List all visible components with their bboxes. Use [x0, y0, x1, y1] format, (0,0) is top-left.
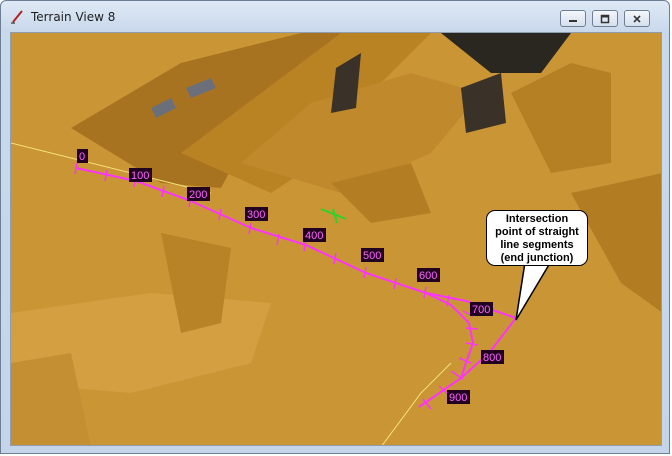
restore-icon	[600, 14, 610, 23]
path-label-700: 700	[472, 304, 490, 316]
callout-line: point of straight	[495, 226, 579, 238]
path-label-800: 800	[483, 352, 501, 364]
callout-line: (end junction)	[500, 252, 574, 264]
close-button[interactable]	[624, 10, 650, 27]
pencil-ruler-icon	[11, 10, 23, 24]
callout-line: Intersection	[505, 213, 569, 225]
callout-line: line segments	[500, 239, 574, 251]
terrain-view-window: Terrain View 8 0 100 200 300 400 500 600…	[0, 0, 670, 454]
minimize-button[interactable]	[560, 10, 586, 27]
annotation-callout: Intersection point of straight line segm…	[486, 210, 588, 266]
minimize-icon	[569, 19, 577, 22]
path-label-0: 0	[79, 151, 85, 163]
close-icon	[633, 14, 641, 23]
path-label-900: 900	[449, 392, 467, 404]
path-label-400: 400	[305, 230, 323, 242]
path-label-600: 600	[419, 270, 437, 282]
path-label-300: 300	[247, 209, 265, 221]
maximize-button[interactable]	[592, 10, 618, 27]
path-label-200: 200	[189, 189, 207, 201]
window-title: Terrain View 8	[31, 10, 116, 24]
path-label-500: 500	[363, 250, 381, 262]
title-bar[interactable]: Terrain View 8	[1, 1, 669, 32]
path-label-100: 100	[131, 170, 149, 182]
